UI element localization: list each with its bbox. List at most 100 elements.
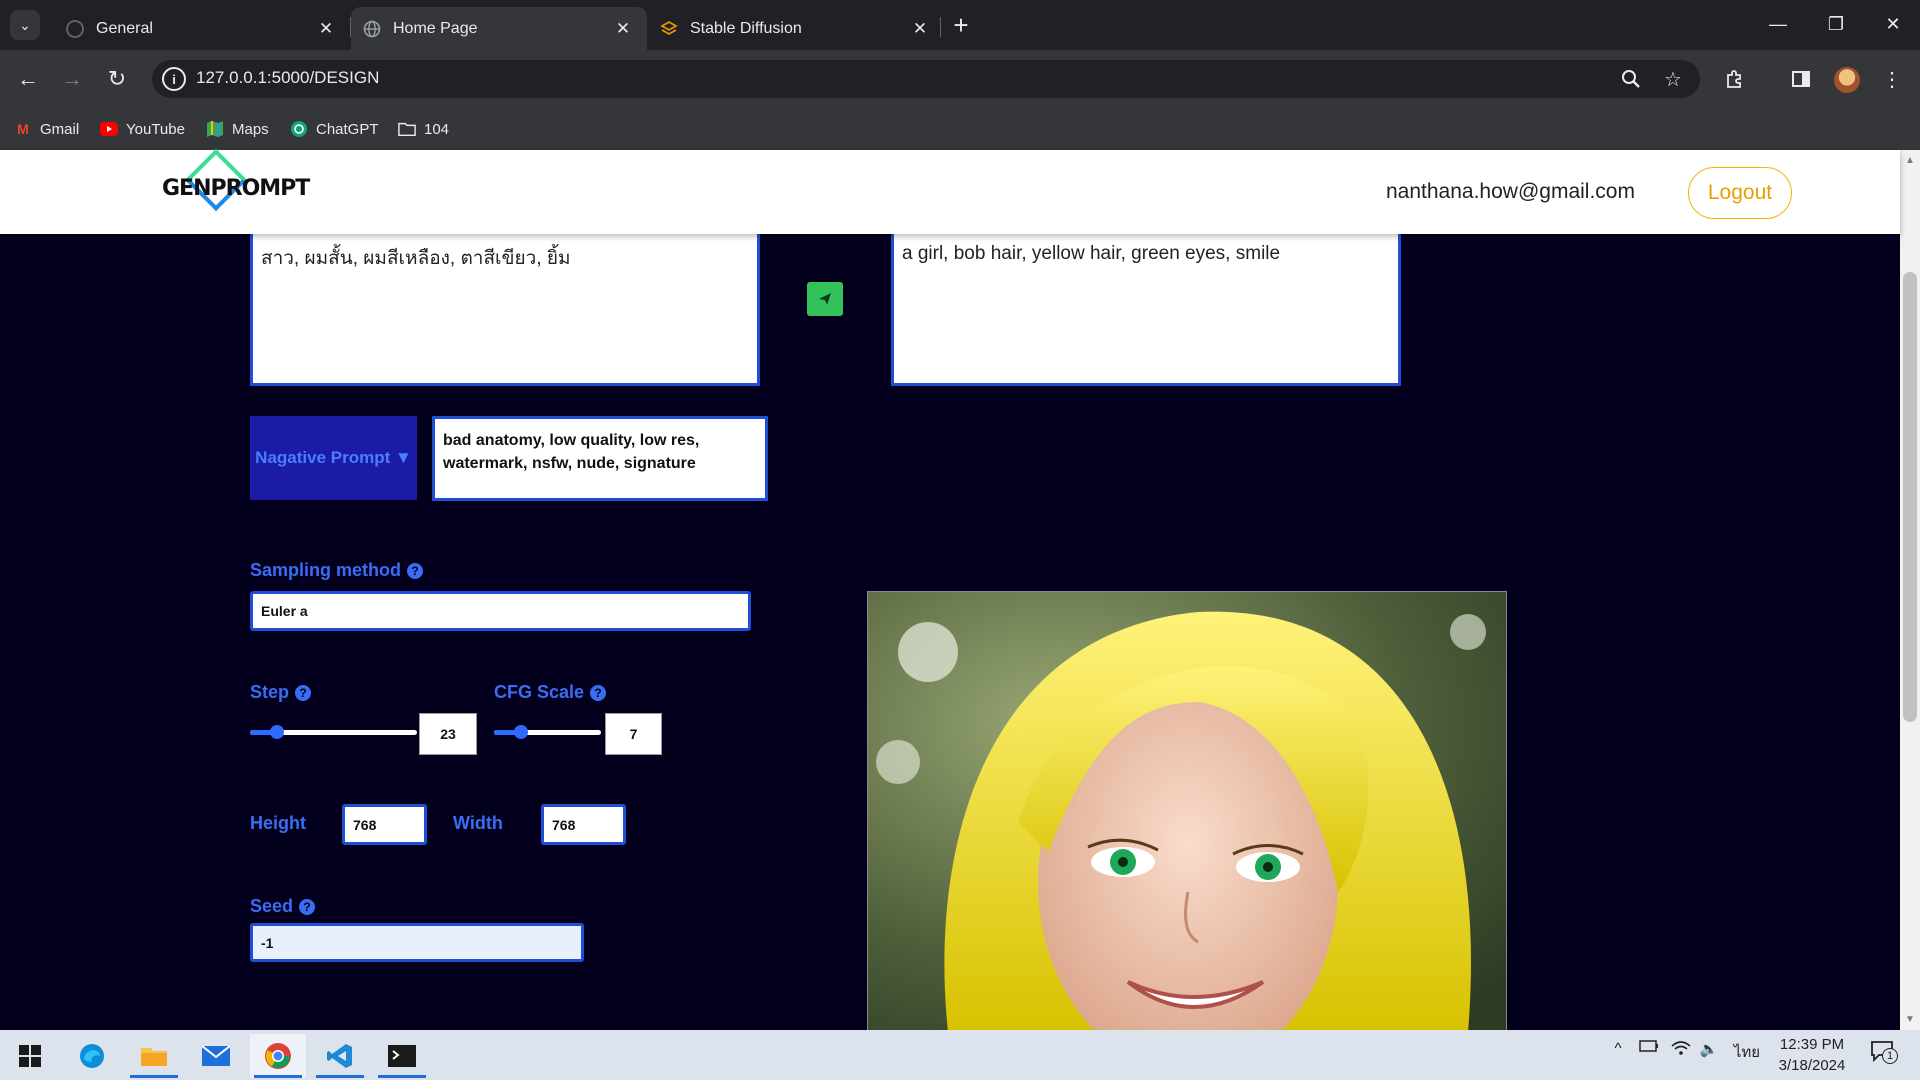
clock-time: 12:39 PM xyxy=(1779,1036,1845,1053)
plus-icon: + xyxy=(953,9,969,40)
translate-send-button[interactable] xyxy=(807,282,843,316)
tab-title: Home Page xyxy=(393,19,478,37)
scroll-down-icon[interactable]: ▼ xyxy=(1903,1012,1917,1026)
gmail-icon: M xyxy=(17,121,29,137)
send-icon xyxy=(819,293,831,305)
tab-general[interactable]: General ✕ xyxy=(54,7,350,50)
forward-button[interactable]: → xyxy=(56,63,88,95)
label-text: Seed xyxy=(250,896,294,916)
maps-icon xyxy=(206,120,224,138)
side-panel-icon[interactable] xyxy=(1785,63,1817,95)
step-slider[interactable] xyxy=(250,725,417,739)
chrome-icon[interactable] xyxy=(250,1034,306,1078)
bookmark-youtube[interactable]: YouTube xyxy=(100,114,185,144)
tab-stable-diffusion[interactable]: Stable Diffusion ✕ xyxy=(648,7,944,50)
thai-prompt-input[interactable] xyxy=(250,228,760,386)
tab-title: General xyxy=(96,19,153,37)
close-icon[interactable]: ✕ xyxy=(908,17,932,41)
input-language[interactable]: ไทย xyxy=(1730,1040,1764,1064)
url-text[interactable]: 127.0.0.1:5000/DESIGN xyxy=(196,68,379,88)
terminal-icon[interactable] xyxy=(374,1034,430,1078)
width-label: Width xyxy=(453,813,503,833)
mail-icon[interactable] xyxy=(188,1034,244,1078)
file-explorer-icon[interactable] xyxy=(126,1034,182,1078)
logout-button[interactable]: Logout xyxy=(1688,167,1792,219)
zoom-icon[interactable] xyxy=(1615,63,1647,95)
scroll-up-icon[interactable]: ▲ xyxy=(1903,153,1917,167)
tab-search-button[interactable]: ⌄ xyxy=(10,10,40,40)
stable-diffusion-icon xyxy=(660,20,678,38)
negative-prompt-input[interactable] xyxy=(432,416,768,501)
volume-icon[interactable]: 🔈 xyxy=(1696,1040,1722,1058)
menu-kebab-icon[interactable]: ⋮ xyxy=(1876,63,1908,95)
profile-avatar[interactable] xyxy=(1834,67,1860,93)
close-window-button[interactable]: ✕ xyxy=(1864,0,1920,48)
chevron-down-icon: ⌄ xyxy=(19,16,31,33)
extensions-icon[interactable] xyxy=(1719,63,1751,95)
bookmark-gmail[interactable]: M Gmail xyxy=(14,114,79,144)
battery-icon[interactable] xyxy=(1636,1040,1662,1052)
label-text: Step xyxy=(250,682,290,702)
bookmark-label: ChatGPT xyxy=(316,120,379,138)
new-tab-button[interactable]: + xyxy=(946,10,976,40)
tab-divider xyxy=(940,17,941,37)
user-email: nanthana.how@gmail.com xyxy=(1386,180,1635,203)
notification-icon[interactable]: 1 xyxy=(1864,1040,1900,1064)
help-icon[interactable]: ? xyxy=(295,684,312,701)
github-icon xyxy=(66,19,84,38)
taskbar-clock[interactable]: 12:39 PM 3/18/2024 xyxy=(1766,1034,1858,1076)
cfg-scale-slider[interactable] xyxy=(494,725,601,739)
height-input[interactable]: 768 xyxy=(342,804,427,845)
windows-start-icon[interactable] xyxy=(2,1034,58,1078)
bookmark-star-icon[interactable]: ☆ xyxy=(1657,63,1689,95)
restore-button[interactable]: ❐ xyxy=(1807,0,1865,48)
cfg-slider-thumb[interactable] xyxy=(513,725,528,739)
seed-label: Seed ? xyxy=(250,896,316,917)
minimize-button[interactable]: — xyxy=(1749,0,1807,48)
arrow-left-icon: ← xyxy=(17,66,39,91)
scrollbar-thumb[interactable] xyxy=(1903,272,1917,722)
site-info-icon[interactable]: i xyxy=(162,67,186,91)
seed-input[interactable]: -1 xyxy=(250,923,584,962)
step-slider-thumb[interactable] xyxy=(269,725,284,739)
close-icon[interactable]: ✕ xyxy=(314,17,338,41)
notification-count: 1 xyxy=(1882,1048,1898,1064)
bookmark-label: 104 xyxy=(424,120,450,138)
reload-icon: ↻ xyxy=(107,66,127,91)
clock-date: 3/18/2024 xyxy=(1778,1057,1846,1074)
negative-prompt-toggle[interactable]: Nagative Prompt ▼ xyxy=(250,416,417,500)
bookmark-label: Maps xyxy=(232,120,269,138)
address-bar[interactable] xyxy=(152,60,1700,98)
bookmark-chatgpt[interactable]: ChatGPT xyxy=(290,114,379,144)
youtube-icon xyxy=(100,120,118,138)
bookmark-folder-104[interactable]: 104 xyxy=(398,114,449,144)
reload-button[interactable]: ↻ xyxy=(101,63,133,95)
cfg-scale-label: CFG Scale ? xyxy=(494,682,607,703)
back-button[interactable]: ← xyxy=(12,63,44,95)
close-icon: ✕ xyxy=(1885,13,1901,34)
help-icon[interactable]: ? xyxy=(407,562,424,579)
step-label: Step ? xyxy=(250,682,312,703)
folder-icon xyxy=(398,120,416,138)
bookmark-maps[interactable]: Maps xyxy=(206,114,269,144)
help-icon[interactable]: ? xyxy=(299,898,316,915)
vscode-icon[interactable] xyxy=(312,1034,368,1078)
sampling-method-select[interactable]: Euler a xyxy=(250,591,751,631)
tab-home-page[interactable]: Home Page ✕ xyxy=(351,7,647,50)
bookmark-label: YouTube xyxy=(126,120,185,138)
sampling-method-label: Sampling method ? xyxy=(250,560,424,581)
minimize-icon: — xyxy=(1769,13,1787,34)
help-icon[interactable]: ? xyxy=(590,684,607,701)
cfg-scale-input[interactable]: 7 xyxy=(605,713,662,755)
bookmark-label: Gmail xyxy=(40,120,80,138)
site-logo[interactable]: GENPROMPT xyxy=(162,176,310,201)
globe-icon xyxy=(363,20,381,38)
close-icon[interactable]: ✕ xyxy=(611,17,635,41)
wifi-icon[interactable] xyxy=(1668,1040,1694,1056)
arrow-right-icon: → xyxy=(61,66,83,91)
tray-chevron-up-icon[interactable]: ^ xyxy=(1606,1040,1630,1057)
width-input[interactable]: 768 xyxy=(541,804,626,845)
english-prompt-output[interactable] xyxy=(891,228,1401,386)
step-input[interactable]: 23 xyxy=(419,713,477,755)
edge-icon[interactable] xyxy=(64,1034,120,1078)
